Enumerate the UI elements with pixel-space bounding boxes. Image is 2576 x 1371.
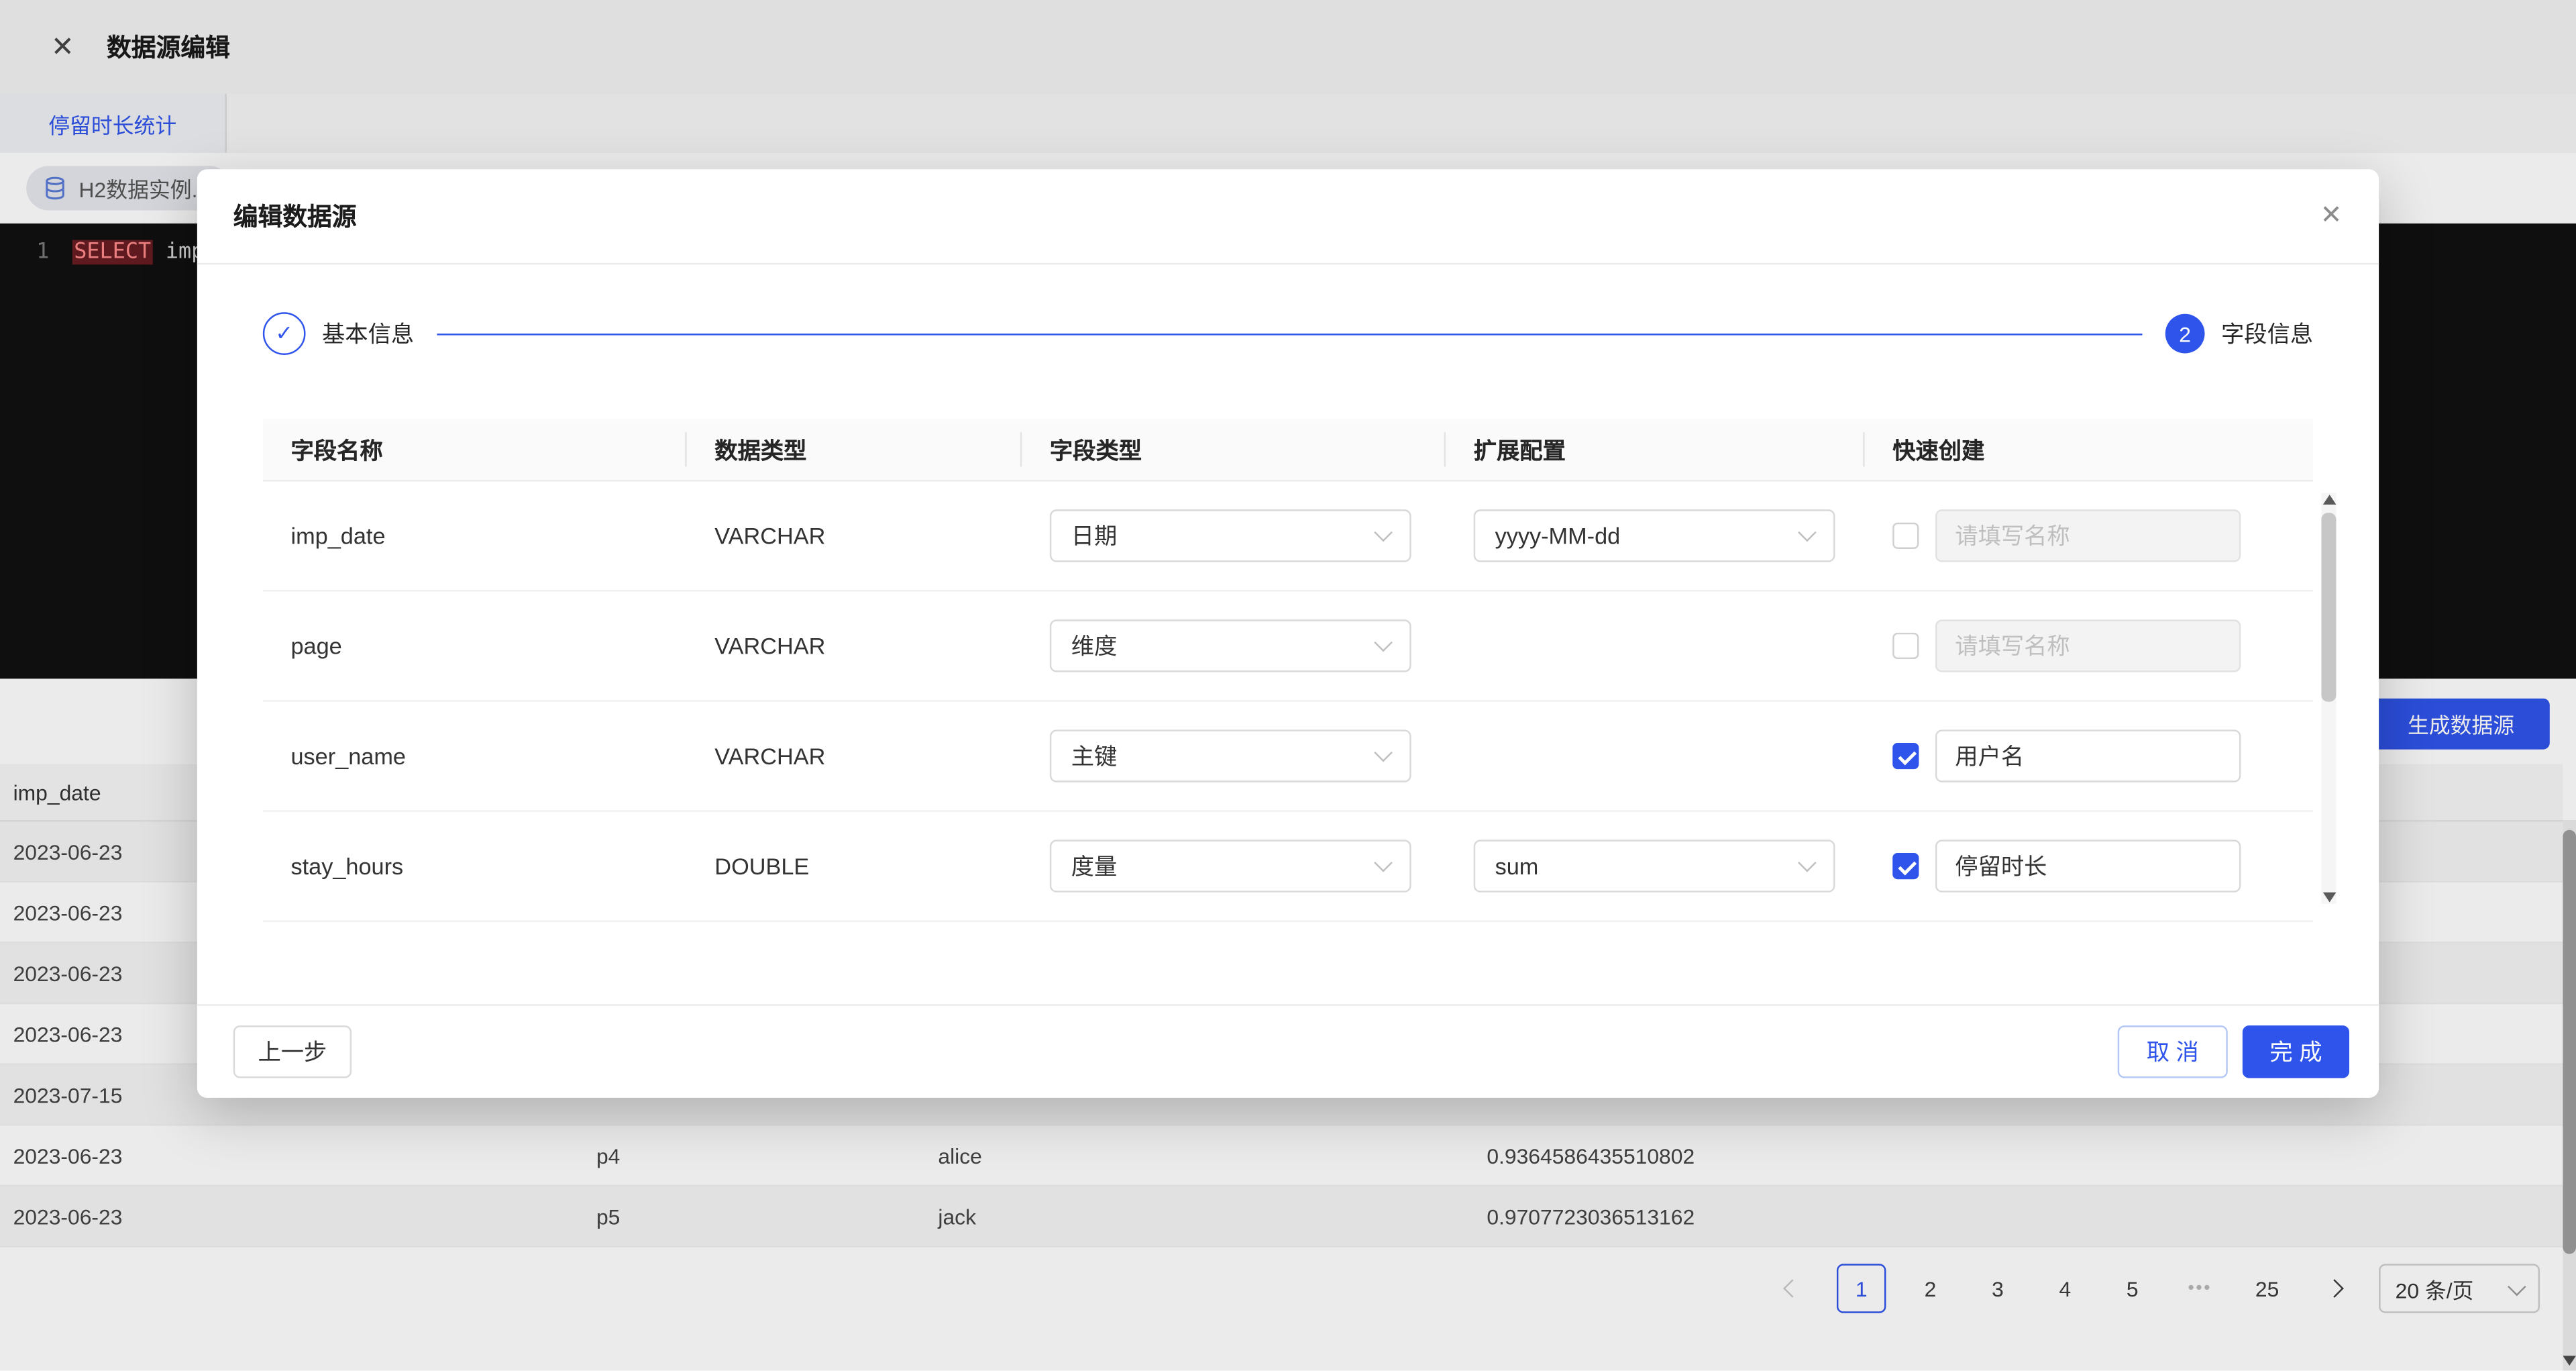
col-field-name: 字段名称	[263, 419, 687, 480]
chevron-down-icon	[1374, 854, 1393, 872]
scroll-up-icon[interactable]	[2322, 495, 2336, 505]
field-type-select[interactable]: 维度	[1050, 619, 1411, 672]
ext-config-select[interactable]: yyyy-MM-dd	[1474, 509, 1835, 562]
quick-create-input[interactable]	[1935, 509, 2241, 562]
select-value: 度量	[1071, 850, 1118, 882]
quick-create-checkbox[interactable]	[1892, 743, 1919, 769]
field-table-scrollbar[interactable]	[2321, 493, 2336, 904]
field-type-select[interactable]: 度量	[1050, 840, 1411, 892]
ext-config-select[interactable]: sum	[1474, 840, 1835, 892]
modal-footer: 上一步 取 消 完 成	[197, 1004, 2379, 1098]
app-viewport: ✕ 数据源编辑 停留时长统计 H2数据实例... 1 SELECT imp 生成…	[0, 0, 2576, 1371]
scrollbar-thumb[interactable]	[2321, 513, 2336, 702]
chevron-down-icon	[1374, 744, 1393, 762]
field-name: user_name	[263, 743, 687, 769]
field-table-body: imp_date VARCHAR 日期 yyyy-MM-dd	[263, 482, 2313, 922]
field-row-user-name: user_name VARCHAR 主键	[263, 702, 2313, 812]
ok-button[interactable]: 完 成	[2243, 1025, 2349, 1078]
step1-check-icon: ✓	[263, 312, 306, 355]
field-data-type: VARCHAR	[687, 743, 1022, 769]
quick-create-input[interactable]	[1935, 619, 2241, 672]
select-value: 主键	[1071, 740, 1118, 772]
quick-create-input[interactable]	[1935, 840, 2241, 892]
modal-title: 编辑数据源	[233, 199, 357, 233]
field-table-header: 字段名称 数据类型 字段类型 扩展配置 快速创建	[263, 419, 2313, 481]
field-type-select[interactable]: 日期	[1050, 509, 1411, 562]
cancel-button[interactable]: 取 消	[2118, 1025, 2228, 1078]
col-data-type: 数据类型	[687, 419, 1022, 480]
col-ext-config: 扩展配置	[1446, 419, 1864, 480]
field-data-type: VARCHAR	[687, 523, 1022, 549]
col-quick-create: 快速创建	[1865, 419, 2281, 480]
quick-create-checkbox[interactable]	[1892, 633, 1919, 659]
field-row-page: page VARCHAR 维度	[263, 592, 2313, 702]
chevron-down-icon	[1374, 633, 1393, 652]
field-table: 字段名称 数据类型 字段类型 扩展配置 快速创建 imp_date VARCHA…	[263, 419, 2313, 921]
quick-create-input[interactable]	[1935, 729, 2241, 782]
select-value: yyyy-MM-dd	[1495, 523, 1621, 549]
step-connector	[437, 333, 2142, 334]
field-row-stay-hours: stay_hours DOUBLE 度量 sum	[263, 812, 2313, 922]
chevron-down-icon	[1798, 854, 1817, 872]
quick-create-checkbox[interactable]	[1892, 853, 1919, 879]
col-field-type: 字段类型	[1022, 419, 1446, 480]
field-row-imp-date: imp_date VARCHAR 日期 yyyy-MM-dd	[263, 482, 2313, 592]
scroll-down-icon[interactable]	[2322, 893, 2336, 903]
edit-datasource-modal: 编辑数据源 ✕ ✓ 基本信息 2 字段信息 字段名称 数据类型 字段类型 扩展配…	[197, 169, 2379, 1098]
modal-close-icon[interactable]: ✕	[2316, 202, 2346, 232]
quick-create-checkbox[interactable]	[1892, 523, 1919, 549]
field-name: stay_hours	[263, 853, 687, 879]
select-value: sum	[1495, 853, 1539, 879]
step2-number: 2	[2165, 314, 2205, 354]
select-value: 日期	[1071, 519, 1118, 552]
chevron-down-icon	[1374, 523, 1393, 542]
field-name: page	[263, 633, 687, 659]
field-name: imp_date	[263, 523, 687, 549]
chevron-down-icon	[1798, 523, 1817, 542]
field-type-select[interactable]: 主键	[1050, 729, 1411, 782]
select-value: 维度	[1071, 629, 1118, 662]
field-data-type: DOUBLE	[687, 853, 1022, 879]
prev-step-button[interactable]: 上一步	[233, 1025, 352, 1078]
steps: ✓ 基本信息 2 字段信息	[263, 297, 2313, 370]
step2-label[interactable]: 字段信息	[2221, 317, 2313, 350]
field-data-type: VARCHAR	[687, 633, 1022, 659]
modal-header: 编辑数据源 ✕	[197, 169, 2379, 264]
step1-label[interactable]: 基本信息	[322, 317, 414, 350]
